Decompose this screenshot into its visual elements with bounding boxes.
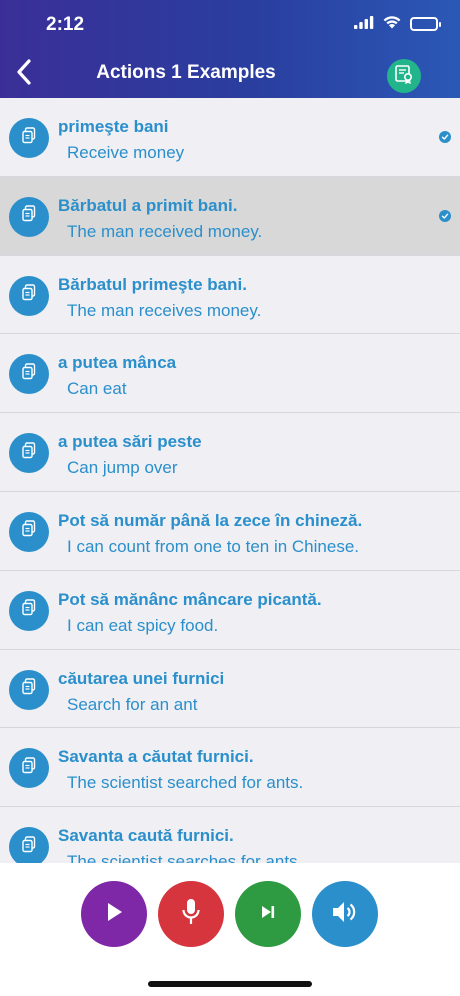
copy-icon: [21, 205, 37, 228]
list-item[interactable]: Pot să mănânc mâncare picantă. I can eat …: [0, 571, 460, 650]
examples-list[interactable]: primeşte bani Receive money Bărbatul a pri…: [0, 98, 460, 863]
phrase-romanian: căutarea unei furnici: [58, 668, 225, 688]
phrase-romanian: a putea mânca: [58, 353, 177, 373]
phrase-english: Can jump over: [67, 458, 178, 478]
copy-icon: [21, 520, 37, 543]
phrase-english: The scientist searched for ants.: [67, 773, 304, 793]
phrase-romanian: a putea sări peste: [58, 432, 202, 452]
phrase-romanian: Savanta caută furnici.: [58, 826, 234, 846]
list-item[interactable]: Savanta caută furnici. The scientist sear…: [0, 807, 460, 863]
copy-icon: [21, 126, 37, 150]
play-button[interactable]: [81, 881, 147, 947]
phrase-romanian: Bărbatul primeşte bani.: [58, 274, 247, 294]
list-item[interactable]: a putea sări peste Can jump over: [0, 413, 460, 492]
home-indicator: [148, 981, 312, 987]
copy-button[interactable]: [9, 669, 49, 710]
wifi-icon: [382, 14, 402, 34]
phrase-english: Search for an ant: [67, 694, 198, 714]
skip-next-icon: [259, 903, 277, 926]
play-icon: [103, 900, 125, 929]
phrase-romanian: Savanta a căutat furnici.: [58, 747, 254, 767]
phrase-romanian: Bărbatul a primit bani.: [58, 195, 238, 215]
control-bar: [0, 863, 460, 996]
copy-icon: [21, 284, 37, 307]
copy-button[interactable]: [9, 748, 49, 789]
phrase-english: The man received money.: [67, 221, 263, 241]
copy-button[interactable]: [9, 275, 49, 316]
certificate-button[interactable]: [387, 59, 421, 93]
microphone-icon: [181, 898, 201, 931]
copy-button[interactable]: [9, 511, 49, 552]
copy-button[interactable]: [9, 827, 49, 863]
phrase-english: I can count from one to ten in Chinese.: [67, 536, 360, 556]
list-item[interactable]: primeşte bani Receive money: [0, 98, 460, 177]
copy-icon: [21, 599, 37, 622]
speaker-icon: [330, 899, 360, 930]
status-time: 2:12: [46, 14, 85, 35]
copy-icon: [21, 678, 37, 701]
cellular-icon: [354, 15, 374, 34]
checkmark-icon: [439, 131, 451, 143]
status-icons: [354, 14, 441, 34]
phrase-english: The scientist searches for ants.: [67, 852, 303, 863]
list-item[interactable]: Pot să număr până la zece în chineză. I c…: [0, 492, 460, 571]
phrase-romanian: primeşte bani: [58, 117, 169, 136]
copy-button[interactable]: [9, 196, 49, 237]
header: 2:12 Actions 1 Examples: [0, 0, 460, 98]
certificate-icon: [394, 64, 414, 89]
phrase-romanian: Pot să număr până la zece în chineză.: [58, 510, 363, 530]
list-item[interactable]: Savanta a căutat furnici. The scientist s…: [0, 728, 460, 808]
list-item[interactable]: căutarea unei furnici Search for an ant: [0, 650, 460, 729]
copy-button[interactable]: [9, 118, 49, 158]
copy-icon: [21, 363, 37, 386]
phrase-romanian: Pot să mănânc mâncare picantă.: [58, 589, 322, 609]
phrase-english: I can eat spicy food.: [67, 615, 219, 635]
copy-button[interactable]: [9, 354, 49, 395]
copy-icon: [21, 757, 37, 780]
copy-icon: [21, 835, 37, 859]
phrase-english: Receive money: [67, 143, 185, 162]
battery-icon: [410, 17, 441, 31]
copy-button[interactable]: [9, 590, 49, 631]
list-item[interactable]: Bărbatul a primit bani. The man received …: [0, 176, 460, 256]
copy-icon: [21, 441, 37, 465]
app-screen: 2:12 Actions 1 Examples primeşte bani Re…: [0, 0, 460, 996]
copy-button[interactable]: [9, 433, 49, 474]
phrase-english: Can eat: [67, 379, 127, 399]
phrase-english: The man receives money.: [67, 300, 262, 320]
speaker-button[interactable]: [312, 881, 378, 947]
next-button[interactable]: [235, 881, 301, 947]
list-item[interactable]: Bărbatul primeşte bani. The man receives …: [0, 256, 460, 335]
list-item[interactable]: a putea mânca Can eat: [0, 334, 460, 414]
checkmark-icon: [439, 209, 451, 222]
record-button[interactable]: [158, 881, 224, 947]
